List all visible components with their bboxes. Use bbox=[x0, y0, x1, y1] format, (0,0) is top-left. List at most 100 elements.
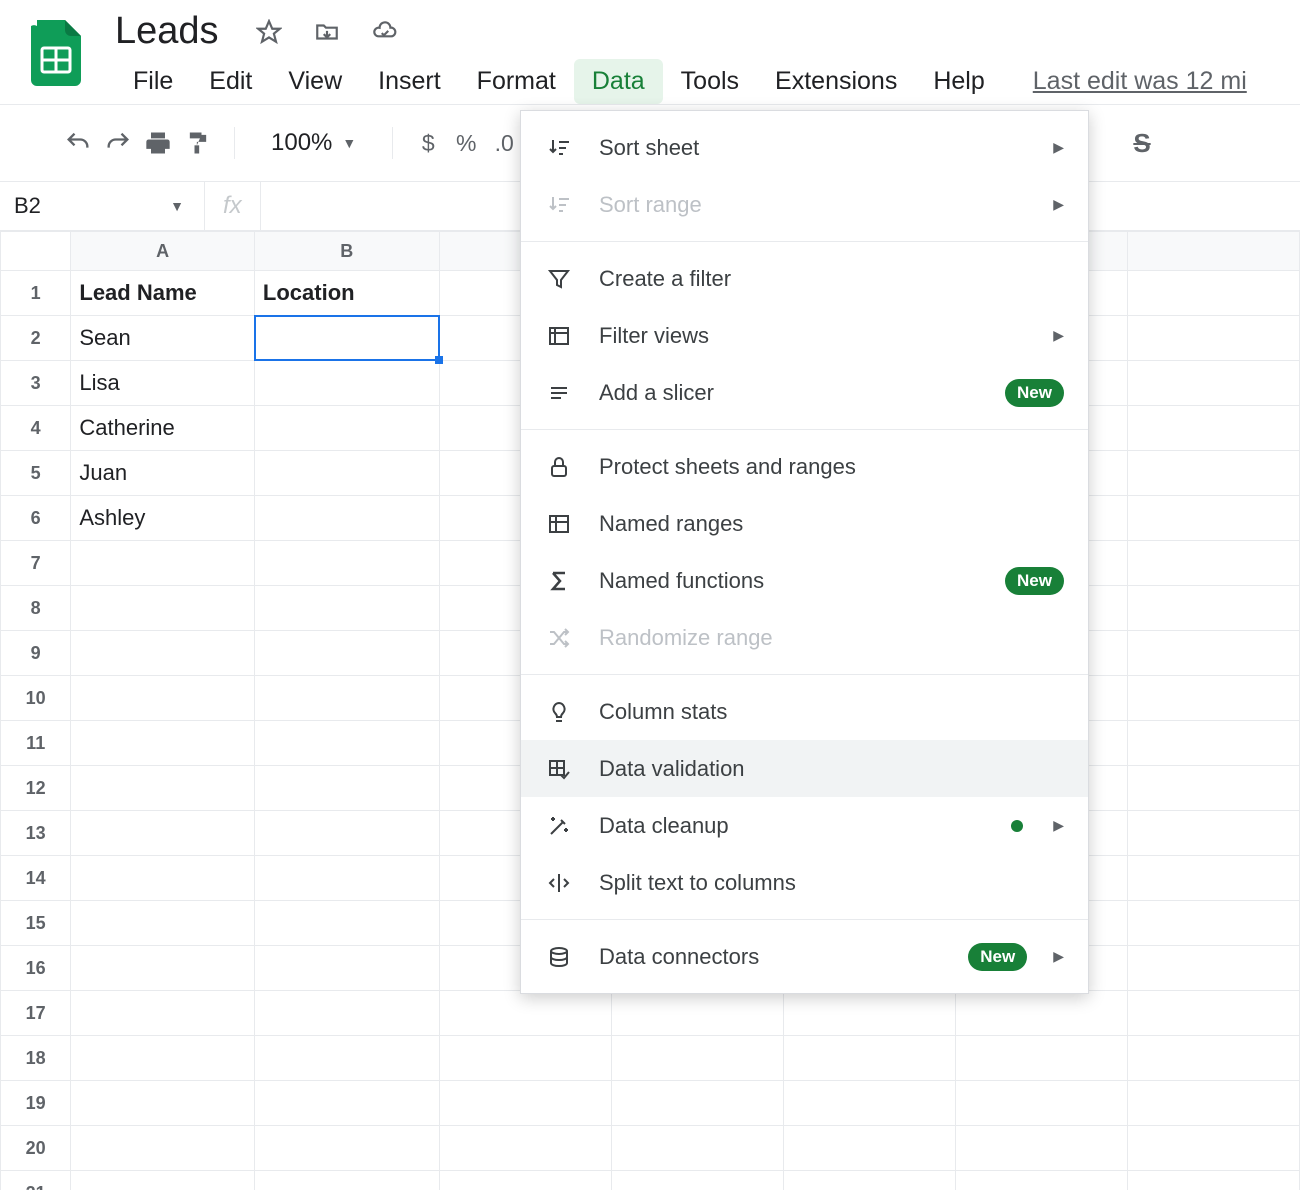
cell[interactable] bbox=[254, 1171, 439, 1190]
col-header[interactable] bbox=[1127, 232, 1299, 271]
cell[interactable] bbox=[611, 991, 783, 1036]
cell[interactable] bbox=[71, 856, 255, 901]
menu-view[interactable]: View bbox=[270, 59, 360, 104]
row-header[interactable]: 1 bbox=[1, 271, 71, 316]
row-header[interactable]: 18 bbox=[1, 1036, 71, 1081]
redo-button[interactable] bbox=[100, 121, 136, 165]
row-header[interactable]: 8 bbox=[1, 586, 71, 631]
menu-item-named-functions[interactable]: Named functionsNew bbox=[521, 552, 1088, 609]
row-header[interactable]: 14 bbox=[1, 856, 71, 901]
cell[interactable] bbox=[1127, 451, 1299, 496]
row-header[interactable]: 4 bbox=[1, 406, 71, 451]
cell[interactable] bbox=[254, 811, 439, 856]
cell[interactable] bbox=[254, 676, 439, 721]
cell[interactable] bbox=[1127, 361, 1299, 406]
undo-button[interactable] bbox=[60, 121, 96, 165]
menu-help[interactable]: Help bbox=[915, 59, 1002, 104]
cell[interactable] bbox=[254, 586, 439, 631]
row-header[interactable]: 20 bbox=[1, 1126, 71, 1171]
row-header[interactable]: 17 bbox=[1, 991, 71, 1036]
menu-item-sort-sheet[interactable]: Sort sheet▶ bbox=[521, 119, 1088, 176]
cell[interactable] bbox=[71, 991, 255, 1036]
cell[interactable] bbox=[1127, 271, 1299, 316]
cell[interactable] bbox=[1127, 856, 1299, 901]
cell[interactable] bbox=[254, 496, 439, 541]
menu-item-data-cleanup[interactable]: Data cleanup▶ bbox=[521, 797, 1088, 854]
last-edit-link[interactable]: Last edit was 12 mi bbox=[1033, 67, 1247, 96]
cell[interactable] bbox=[1127, 541, 1299, 586]
row-header[interactable]: 11 bbox=[1, 721, 71, 766]
col-header[interactable]: B bbox=[254, 232, 439, 271]
cell[interactable] bbox=[783, 1126, 955, 1171]
row-header[interactable]: 5 bbox=[1, 451, 71, 496]
cell[interactable] bbox=[1127, 991, 1299, 1036]
cell[interactable] bbox=[254, 1126, 439, 1171]
menu-item-protect-sheets-and-ranges[interactable]: Protect sheets and ranges bbox=[521, 438, 1088, 495]
cell[interactable] bbox=[71, 1036, 255, 1081]
cell[interactable] bbox=[611, 1171, 783, 1190]
row-header[interactable]: 2 bbox=[1, 316, 71, 361]
row-header[interactable]: 9 bbox=[1, 631, 71, 676]
cell[interactable] bbox=[254, 631, 439, 676]
menu-item-create-a-filter[interactable]: Create a filter bbox=[521, 250, 1088, 307]
cell[interactable] bbox=[1127, 1036, 1299, 1081]
cell[interactable] bbox=[1127, 1171, 1299, 1190]
cell[interactable] bbox=[254, 316, 439, 361]
cell[interactable]: Juan bbox=[71, 451, 255, 496]
cell[interactable] bbox=[254, 361, 439, 406]
cell[interactable] bbox=[254, 901, 439, 946]
cloud-icon[interactable] bbox=[371, 18, 399, 46]
menu-item-data-validation[interactable]: Data validation bbox=[521, 740, 1088, 797]
cell[interactable] bbox=[439, 991, 611, 1036]
cell[interactable] bbox=[71, 901, 255, 946]
cell[interactable] bbox=[71, 541, 255, 586]
menu-item-data-connectors[interactable]: Data connectorsNew▶ bbox=[521, 928, 1088, 985]
cell[interactable] bbox=[254, 541, 439, 586]
cell[interactable] bbox=[254, 766, 439, 811]
cell[interactable] bbox=[439, 1036, 611, 1081]
menu-item-add-a-slicer[interactable]: Add a slicerNew bbox=[521, 364, 1088, 421]
cell[interactable]: Lisa bbox=[71, 361, 255, 406]
cell[interactable] bbox=[71, 631, 255, 676]
cell[interactable] bbox=[71, 676, 255, 721]
cell[interactable] bbox=[1127, 316, 1299, 361]
cell[interactable] bbox=[71, 1171, 255, 1190]
currency-button[interactable]: $ bbox=[411, 130, 445, 157]
cell[interactable] bbox=[1127, 496, 1299, 541]
cell[interactable] bbox=[783, 1081, 955, 1126]
cell[interactable] bbox=[71, 1126, 255, 1171]
menu-item-split-text-to-columns[interactable]: Split text to columns bbox=[521, 854, 1088, 911]
cell[interactable] bbox=[611, 1036, 783, 1081]
cell[interactable] bbox=[1127, 631, 1299, 676]
cell[interactable] bbox=[71, 811, 255, 856]
cell[interactable]: Catherine bbox=[71, 406, 255, 451]
cell[interactable] bbox=[254, 406, 439, 451]
cell[interactable] bbox=[254, 721, 439, 766]
cell[interactable] bbox=[254, 991, 439, 1036]
cell[interactable] bbox=[1127, 901, 1299, 946]
menu-extensions[interactable]: Extensions bbox=[757, 59, 915, 104]
menu-file[interactable]: File bbox=[115, 59, 191, 104]
cell[interactable] bbox=[71, 721, 255, 766]
star-icon[interactable] bbox=[255, 18, 283, 46]
sheets-logo[interactable] bbox=[28, 18, 83, 88]
cell[interactable] bbox=[1127, 406, 1299, 451]
cell[interactable] bbox=[1127, 721, 1299, 766]
cell[interactable] bbox=[955, 991, 1127, 1036]
menu-item-named-ranges[interactable]: Named ranges bbox=[521, 495, 1088, 552]
cell[interactable] bbox=[955, 1171, 1127, 1190]
row-header[interactable]: 13 bbox=[1, 811, 71, 856]
menu-edit[interactable]: Edit bbox=[191, 59, 270, 104]
cell[interactable] bbox=[955, 1081, 1127, 1126]
row-header[interactable]: 19 bbox=[1, 1081, 71, 1126]
cell-reference[interactable]: B2▼ bbox=[0, 193, 204, 219]
row-header[interactable]: 7 bbox=[1, 541, 71, 586]
cell[interactable] bbox=[254, 946, 439, 991]
row-header[interactable]: 12 bbox=[1, 766, 71, 811]
cell[interactable] bbox=[254, 1036, 439, 1081]
cell[interactable] bbox=[254, 1081, 439, 1126]
menu-item-filter-views[interactable]: Filter views▶ bbox=[521, 307, 1088, 364]
cell[interactable] bbox=[71, 586, 255, 631]
cell[interactable] bbox=[71, 946, 255, 991]
cell[interactable]: Ashley bbox=[71, 496, 255, 541]
